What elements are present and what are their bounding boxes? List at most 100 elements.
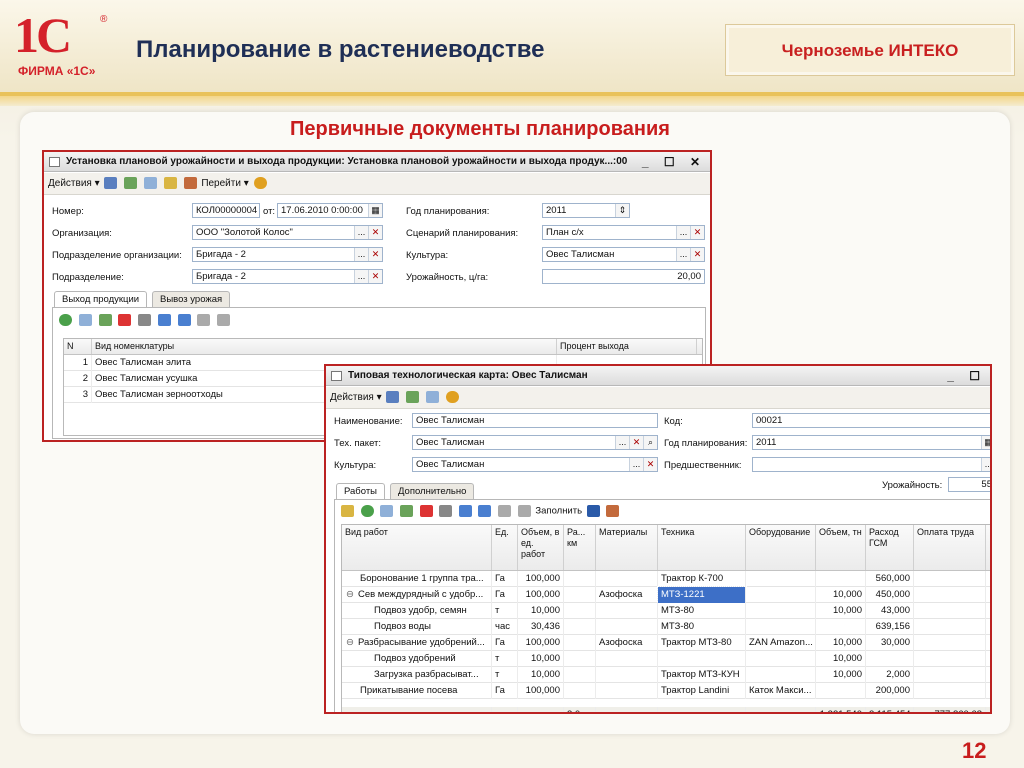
collapse-icon[interactable]: ⊖ — [346, 637, 354, 648]
move-down-icon[interactable] — [478, 505, 492, 517]
post-icon[interactable] — [124, 177, 138, 190]
col-distance[interactable]: Ра... км — [564, 525, 596, 570]
plan-year-field[interactable]: 2011 ▦ — [752, 435, 990, 450]
plan-year-field[interactable]: 2011 ⇕ — [542, 203, 630, 218]
pick-icon[interactable] — [586, 505, 600, 517]
print-icon[interactable] — [163, 177, 177, 190]
scenario-field[interactable]: План с/х... ✕ — [542, 225, 705, 240]
window-controls[interactable]: _ ☐ ✕ — [642, 152, 706, 172]
calendar-icon[interactable]: ▦ — [981, 436, 990, 449]
select-button[interactable]: ... — [676, 248, 690, 261]
col-fuel[interactable]: Расход ГСМ — [866, 525, 914, 570]
fill-button[interactable]: Заполнить — [535, 506, 582, 517]
sort-desc-icon[interactable] — [517, 505, 531, 517]
culture-field[interactable]: Овес Талисман... ✕ — [412, 457, 658, 472]
delete-icon[interactable] — [419, 505, 433, 517]
write-icon[interactable] — [406, 391, 420, 404]
add-icon[interactable] — [360, 505, 374, 517]
save-icon[interactable] — [386, 391, 400, 404]
col-nomenclature[interactable]: Вид номенклатуры — [92, 339, 557, 354]
table-row[interactable]: Загрузка разбрасыват... т 10,000 Трактор МТ… — [342, 667, 990, 683]
col-labor[interactable]: Оплата труда — [914, 525, 986, 570]
copy-row-icon[interactable] — [380, 505, 394, 517]
table-row[interactable]: Подвоз удобрений т 10,000 10,000 — [342, 651, 990, 667]
tab-additional[interactable]: Дополнительно — [390, 483, 475, 499]
table-row[interactable]: Прикатывание посева Га 100,000 Трактор Land… — [342, 683, 990, 699]
clear-icon[interactable]: ✕ — [690, 226, 704, 239]
help-icon[interactable] — [445, 391, 459, 404]
clear-icon[interactable]: ✕ — [643, 458, 657, 471]
unit-field[interactable]: Бригада - 2... ✕ — [192, 269, 383, 284]
predecessor-field[interactable]: ... — [752, 457, 990, 472]
col-percent[interactable]: Процент выхода — [557, 339, 697, 354]
col-machinery[interactable]: Техника — [658, 525, 746, 570]
search-icon[interactable]: ⌕ — [643, 436, 657, 449]
edit-icon[interactable] — [98, 314, 112, 326]
clear-icon[interactable]: ✕ — [368, 270, 382, 283]
col-n[interactable]: N — [64, 339, 92, 354]
tab-works[interactable]: Работы — [336, 483, 385, 499]
table-row[interactable]: ⊖ Сев междурядный с удобр... Га 100,000 Азоф… — [342, 586, 990, 604]
actions-menu[interactable]: Действия ▾ — [48, 178, 100, 189]
structure-icon[interactable] — [183, 177, 197, 190]
collapse-icon[interactable]: ⊖ — [346, 589, 354, 600]
end-edit-icon[interactable] — [138, 314, 152, 326]
report-icon[interactable] — [606, 505, 620, 517]
tab-output[interactable]: Выход продукции — [54, 291, 148, 307]
org-unit-field[interactable]: Бригада - 2... ✕ — [192, 247, 383, 262]
actions-menu[interactable]: Действия ▾ — [330, 392, 382, 403]
move-down-icon[interactable] — [177, 314, 191, 326]
sort-asc-icon[interactable] — [498, 505, 512, 517]
clear-icon[interactable]: ✕ — [690, 248, 704, 261]
spin-icon[interactable]: ⇕ — [615, 204, 629, 217]
table-row[interactable]: Подвоз удобр, семян т 10,000 МТЗ-80 10,000 43… — [342, 603, 990, 619]
table-row[interactable]: ⊖ Разбрасывание удобрений... Га 100,000 Азоф… — [342, 635, 990, 651]
save-icon[interactable] — [104, 177, 118, 190]
table-row[interactable]: Подвоз воды час 30,436 МТЗ-80 639,156 — [342, 619, 990, 635]
move-up-icon[interactable] — [157, 314, 171, 326]
select-button[interactable]: ... — [629, 458, 643, 471]
end-edit-icon[interactable] — [439, 505, 453, 517]
select-button[interactable]: ... — [354, 270, 368, 283]
add-icon[interactable] — [59, 314, 72, 326]
col-materials[interactable]: Материалы — [596, 525, 658, 570]
code-field[interactable]: 00021 — [752, 413, 990, 428]
table-row[interactable]: Боронование 1 группа тра... Га 100,000 Трак… — [342, 571, 990, 587]
number-field[interactable]: КОЛ00000004 — [192, 203, 260, 218]
yield-field[interactable]: 20,00 — [542, 269, 705, 284]
clear-icon[interactable]: ✕ — [629, 436, 643, 449]
copy-row-icon[interactable] — [78, 314, 92, 326]
goto-menu[interactable]: Перейти ▾ — [201, 178, 248, 189]
folder-icon[interactable] — [341, 505, 354, 517]
select-button[interactable]: ... — [354, 248, 368, 261]
help-icon[interactable] — [253, 177, 267, 190]
header-stripe — [0, 96, 1024, 106]
date-field[interactable]: 17.06.2010 0:00:00 ▦ — [277, 203, 383, 218]
col-unit[interactable]: Ед. — [492, 525, 518, 570]
col-volume[interactable]: Объем, в ед. работ — [518, 525, 564, 570]
org-field[interactable]: ООО "Золотой Колос"... ✕ — [192, 225, 383, 240]
copy-icon[interactable] — [143, 177, 157, 190]
col-volume-t[interactable]: Объем, тн — [816, 525, 866, 570]
name-field[interactable]: Овес Талисман — [412, 413, 658, 428]
clear-icon[interactable]: ✕ — [368, 226, 382, 239]
clear-icon[interactable]: ✕ — [368, 248, 382, 261]
col-work-type[interactable]: Вид работ — [342, 525, 492, 570]
tab-export[interactable]: Вывоз урожая — [152, 291, 231, 307]
calendar-icon[interactable]: ▦ — [368, 204, 382, 217]
move-up-icon[interactable] — [458, 505, 472, 517]
select-button[interactable]: ... — [615, 436, 629, 449]
tech-package-field[interactable]: Овес Талисман... ✕ ⌕ — [412, 435, 658, 450]
select-button[interactable]: ... — [676, 226, 690, 239]
yield-field[interactable]: 55 — [948, 477, 990, 492]
sort-desc-icon[interactable] — [217, 314, 231, 326]
select-button[interactable]: ... — [354, 226, 368, 239]
sort-asc-icon[interactable] — [197, 314, 211, 326]
col-equipment[interactable]: Оборудование — [746, 525, 816, 570]
select-button[interactable]: ... — [981, 458, 990, 471]
window-controls[interactable]: _ ☐ — [947, 366, 986, 386]
delete-icon[interactable] — [118, 314, 132, 326]
copy-icon[interactable] — [425, 391, 439, 404]
culture-field[interactable]: Овес Талисман... ✕ — [542, 247, 705, 262]
edit-icon[interactable] — [399, 505, 413, 517]
